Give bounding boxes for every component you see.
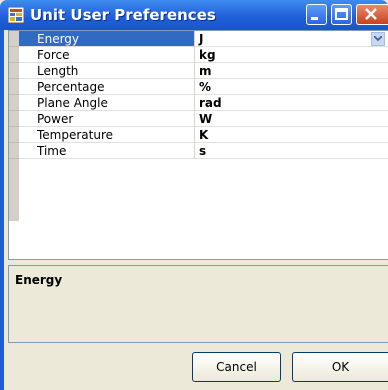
close-icon <box>357 8 387 28</box>
property-value[interactable]: s <box>195 143 388 159</box>
app-grid-icon <box>7 6 25 24</box>
row-header <box>9 111 19 127</box>
title-bar[interactable]: Unit User Preferences <box>0 0 388 30</box>
minimize-button[interactable] <box>306 4 327 25</box>
minimize-icon <box>307 9 326 28</box>
close-button[interactable] <box>356 4 388 25</box>
property-name[interactable]: Temperature <box>19 127 195 143</box>
row-header <box>9 95 19 111</box>
property-value[interactable]: K <box>195 127 388 143</box>
property-value[interactable]: W <box>195 111 388 127</box>
grid-row-force[interactable]: Force kg <box>9 47 388 63</box>
property-value[interactable]: m <box>195 63 388 79</box>
property-value[interactable]: % <box>195 79 388 95</box>
property-value[interactable]: kg <box>195 47 388 63</box>
window-title: Unit User Preferences <box>30 6 216 24</box>
grid-row-plane-angle[interactable]: Plane Angle rad <box>9 95 388 111</box>
grid-row-energy[interactable]: Energy J <box>9 31 388 47</box>
maximize-button[interactable] <box>331 4 352 25</box>
window-frame <box>0 30 4 390</box>
property-value-dropdown[interactable]: J <box>195 31 388 47</box>
row-header <box>9 143 19 159</box>
grid-row-power[interactable]: Power W <box>9 111 388 127</box>
cancel-button[interactable]: Cancel <box>192 352 281 382</box>
grid-row-percentage[interactable]: Percentage % <box>9 79 388 95</box>
chevron-down-icon[interactable] <box>371 32 385 46</box>
maximize-icon <box>332 8 351 28</box>
grid-row-temperature[interactable]: Temperature K <box>9 127 388 143</box>
property-value: J <box>199 32 204 46</box>
ok-button[interactable]: OK <box>292 352 388 382</box>
property-name[interactable]: Percentage <box>19 79 195 95</box>
description-title: Energy <box>15 273 63 287</box>
grid-row-time[interactable]: Time s <box>9 143 388 159</box>
property-name[interactable]: Energy <box>19 31 195 47</box>
row-header <box>9 79 19 95</box>
row-header <box>9 47 19 63</box>
dialog-window: Unit User Preferences Energy J Force kg … <box>0 0 388 390</box>
row-header <box>9 63 19 79</box>
row-header <box>9 31 19 47</box>
property-name[interactable]: Time <box>19 143 195 159</box>
property-name[interactable]: Plane Angle <box>19 95 195 111</box>
description-panel: Energy <box>8 265 388 343</box>
property-name[interactable]: Length <box>19 63 195 79</box>
property-name[interactable]: Force <box>19 47 195 63</box>
grid-row-length[interactable]: Length m <box>9 63 388 79</box>
property-value[interactable]: rad <box>195 95 388 111</box>
property-grid[interactable]: Energy J Force kg Length m Percentage % <box>8 30 388 260</box>
property-name[interactable]: Power <box>19 111 195 127</box>
row-header <box>9 127 19 143</box>
